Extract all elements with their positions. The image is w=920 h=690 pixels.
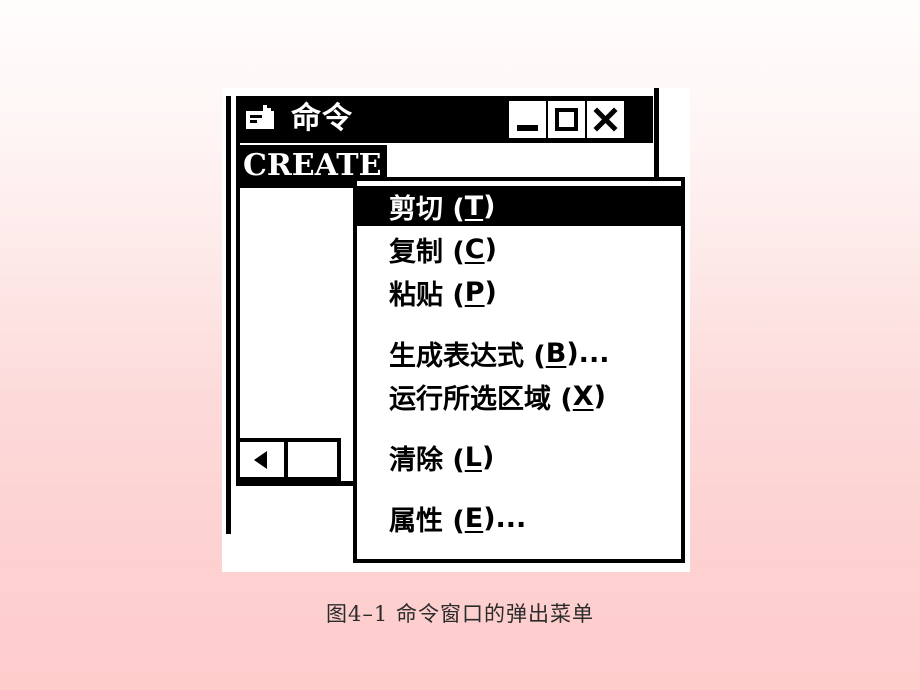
- title-bar[interactable]: 命令: [236, 96, 653, 143]
- menu-item-suffix: )...: [566, 337, 610, 369]
- triangle-left-icon: [254, 451, 267, 469]
- menu-item-accelerator: X: [572, 380, 594, 412]
- menu-item-3[interactable]: 粘贴 (P): [357, 272, 681, 312]
- menu-item-4[interactable]: 生成表达式 (B)...: [357, 333, 681, 373]
- scroll-left-button[interactable]: [240, 442, 288, 477]
- client-left-border: [236, 143, 240, 483]
- window-right-border-outer: [654, 88, 659, 186]
- menu-item-label: 剪切 (: [389, 193, 465, 225]
- menu-item-suffix: ): [481, 441, 495, 473]
- menu-item-label: 运行所选区域 (: [389, 383, 573, 415]
- menu-item-accelerator: L: [464, 441, 482, 473]
- menu-item-5[interactable]: 运行所选区域 (X): [357, 376, 681, 416]
- menu-item-suffix: ): [484, 276, 497, 308]
- menu-item-accelerator: E: [464, 502, 484, 534]
- menu-item-7[interactable]: 属性 (E)...: [357, 498, 681, 538]
- scrollbar-track[interactable]: [288, 442, 337, 477]
- menu-item-label: 清除 (: [389, 444, 465, 476]
- maximize-icon: [555, 108, 578, 131]
- menu-item-label: 粘贴 (: [389, 279, 465, 311]
- minimize-button[interactable]: [509, 101, 546, 138]
- menu-item-suffix: ): [593, 380, 606, 412]
- menu-item-6[interactable]: 清除 (L): [357, 437, 681, 477]
- menu-item-label: 复制 (: [389, 236, 465, 268]
- maximize-button[interactable]: [548, 101, 585, 138]
- menu-item-accelerator: T: [464, 190, 484, 222]
- menu-item-1[interactable]: 剪切 (T): [357, 186, 681, 226]
- popup-context-menu[interactable]: 剪切 (T) 复制 (C) 粘贴 (P) 生成表达式 (B)... 运行所选区域 (X)…: [353, 177, 685, 563]
- figure-caption: 图4–1 命令窗口的弹出菜单: [326, 602, 594, 626]
- minimize-icon: [517, 125, 538, 131]
- horizontal-scrollbar[interactable]: [236, 438, 341, 481]
- window-title: 命令: [291, 101, 353, 136]
- command-window-icon: [246, 105, 280, 131]
- menu-item-suffix: ): [483, 190, 496, 222]
- menu-item-label: 属性 (: [389, 505, 465, 537]
- slide-background: 命令 CREATE 剪切 (T) 复制 (C) 粘贴 (P) 生成表达式 (…: [0, 0, 920, 690]
- menu-item-suffix: ): [484, 233, 497, 265]
- close-button[interactable]: [587, 101, 624, 138]
- menu-item-accelerator: B: [545, 337, 567, 369]
- menu-item-accelerator: C: [464, 233, 485, 265]
- menu-item-suffix: )...: [483, 502, 527, 534]
- menu-item-2[interactable]: 复制 (C): [357, 229, 681, 269]
- menu-item-label: 生成表达式 (: [389, 340, 546, 372]
- menu-item-accelerator: P: [464, 276, 485, 308]
